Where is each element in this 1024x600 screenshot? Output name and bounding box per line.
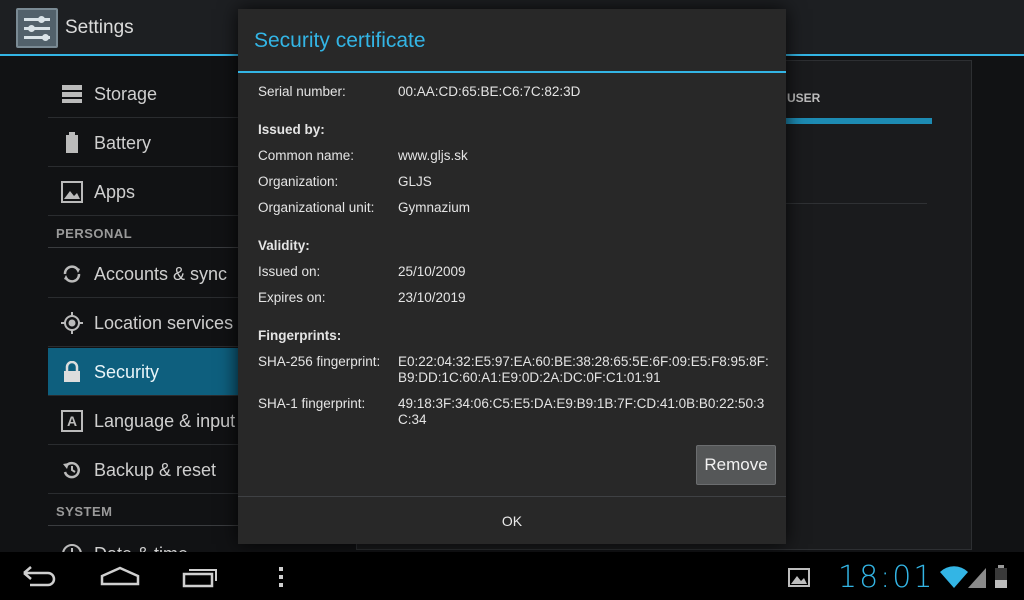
settings-item-label: Storage	[94, 84, 158, 104]
section-header-personal: PERSONAL	[56, 226, 133, 241]
tab-user[interactable]: USER	[787, 91, 820, 105]
apps-icon	[60, 180, 84, 204]
settings-item-accounts-sync[interactable]: Accounts & sync	[48, 250, 238, 298]
location-icon	[60, 311, 84, 335]
sha256-value: E0:22:04:32:E5:97:EA:60:BE:38:28:65:5E:6…	[398, 354, 769, 385]
keyboard-icon: A	[60, 409, 84, 433]
storage-icon	[60, 82, 84, 106]
home-icon[interactable]	[96, 562, 144, 592]
gallery-notification-icon[interactable]	[780, 562, 816, 592]
common-name-value: www.gljs.sk	[398, 148, 468, 163]
settings-list: Storage Battery Apps PERSONAL Accounts &…	[48, 66, 238, 552]
validity-header: Validity:	[258, 238, 310, 253]
menu-icon[interactable]	[257, 562, 305, 592]
settings-item-label: Backup & reset	[94, 460, 217, 480]
back-icon[interactable]	[16, 562, 64, 592]
settings-item-battery[interactable]: Battery	[48, 119, 238, 167]
status-clock[interactable]: 18:01	[838, 560, 934, 595]
settings-item-backup-reset[interactable]: Backup & reset	[48, 446, 238, 494]
expires-on-value: 23/10/2019	[398, 290, 466, 305]
panel-divider	[777, 203, 927, 204]
expires-on-label: Expires on:	[258, 290, 326, 305]
battery-status-icon	[990, 562, 1012, 592]
sha1-value: 49:18:3F:34:06:C5:E5:DA:E9:B9:1B:7F:CD:4…	[398, 396, 765, 427]
ok-button[interactable]: OK	[238, 497, 786, 544]
remove-button[interactable]: Remove	[696, 445, 776, 485]
settings-item-label: Accounts & sync	[94, 264, 228, 284]
settings-item-security[interactable]: Security	[48, 348, 238, 396]
org-unit-value: Gymnazium	[398, 200, 471, 215]
settings-item-label: Battery	[94, 133, 152, 153]
sync-icon	[60, 262, 84, 286]
lock-icon	[60, 360, 84, 384]
signal-icon	[966, 562, 990, 592]
svg-text:A: A	[67, 413, 77, 429]
settings-item-date-time[interactable]: Date & time	[48, 530, 238, 552]
settings-item-label: Security	[94, 362, 160, 382]
settings-item-apps[interactable]: Apps	[48, 168, 238, 216]
security-certificate-dialog: Security certificate Serial number: 00:A…	[238, 9, 786, 544]
sha1-label: SHA-1 fingerprint:	[258, 396, 366, 411]
fingerprints-header: Fingerprints:	[258, 328, 342, 343]
settings-item-label: Date & time	[94, 544, 188, 552]
settings-item-label: Apps	[94, 182, 136, 202]
battery-icon	[60, 131, 84, 155]
tab-indicator	[777, 118, 932, 124]
section-divider	[48, 525, 238, 526]
issued-on-value: 25/10/2009	[398, 264, 466, 279]
org-unit-label: Organizational unit:	[258, 200, 375, 215]
common-name-label: Common name:	[258, 148, 355, 163]
settings-item-location[interactable]: Location services	[48, 299, 238, 347]
organization-label: Organization:	[258, 174, 339, 189]
serial-number-value: 00:AA:CD:65:BE:C6:7C:82:3D	[398, 84, 581, 99]
backup-icon	[60, 458, 84, 482]
section-header-system: SYSTEM	[56, 504, 113, 519]
section-divider	[48, 247, 238, 248]
settings-item-language-input[interactable]: A Language & input	[48, 397, 238, 445]
organization-value: GLJS	[398, 174, 432, 189]
settings-item-storage[interactable]: Storage	[48, 70, 238, 118]
dialog-title-divider	[238, 71, 786, 73]
sha256-label: SHA-256 fingerprint:	[258, 354, 381, 369]
dialog-title: Security certificate	[254, 29, 426, 52]
serial-number-label: Serial number:	[258, 84, 346, 99]
issued-by-header: Issued by:	[258, 122, 325, 137]
app-title: Settings	[65, 17, 134, 38]
settings-item-label: Language & input	[94, 411, 236, 431]
system-bar: 18:01	[0, 552, 1024, 600]
recent-apps-icon[interactable]	[176, 562, 224, 592]
settings-sliders-icon[interactable]	[16, 8, 58, 48]
issued-on-label: Issued on:	[258, 264, 321, 279]
settings-item-label: Location services	[94, 313, 234, 333]
clock-icon	[60, 542, 84, 552]
